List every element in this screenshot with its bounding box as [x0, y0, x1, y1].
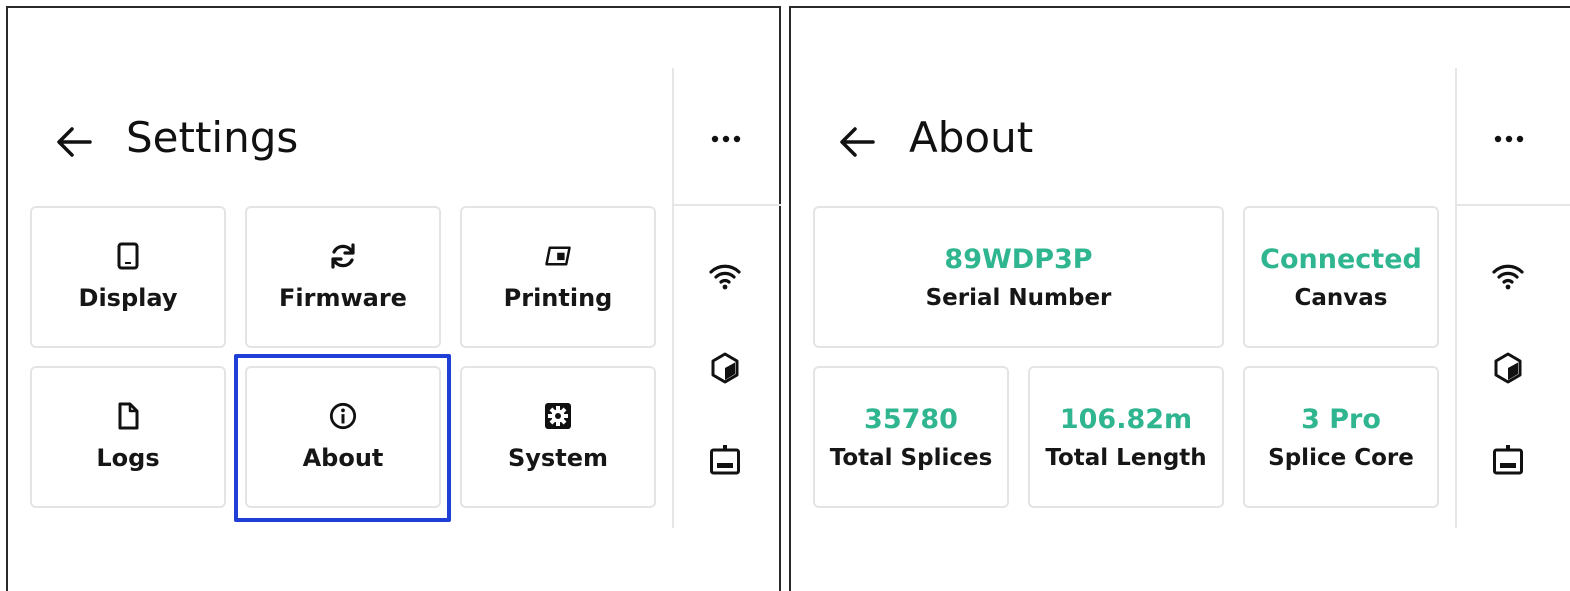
firmware-label: Firmware [279, 284, 407, 312]
gear-icon [544, 402, 572, 430]
system-tile[interactable]: System [460, 366, 656, 508]
canvas-value: Connected [1260, 243, 1422, 275]
cube-icon [1494, 352, 1522, 384]
splice-core-card: 3 Pro Splice Core [1243, 366, 1439, 508]
canvas-status[interactable] [707, 350, 743, 386]
about-label: About [302, 444, 384, 472]
firmware-tile[interactable]: Firmware [245, 206, 441, 348]
serial-number-card: 89WDP3P Serial Number [813, 206, 1224, 348]
display-label: Display [78, 284, 178, 312]
rail-header-divider [674, 204, 781, 206]
back-arrow-icon[interactable] [52, 120, 96, 164]
refresh-icon [329, 242, 357, 270]
rail-divider [1455, 68, 1457, 528]
back-arrow-icon[interactable] [835, 120, 879, 164]
wifi-icon [1492, 264, 1524, 290]
display-tile[interactable]: Display [30, 206, 226, 348]
more-icon [1494, 135, 1524, 143]
info-icon [329, 402, 357, 430]
about-screen: About 89WDP3P Serial Number Connected Ca… [789, 6, 1570, 591]
total-length-label: Total Length [1045, 444, 1207, 471]
rail-divider [672, 68, 674, 528]
more-button[interactable] [701, 124, 751, 154]
about-tile[interactable]: About [245, 366, 441, 508]
canvas-status[interactable] [1490, 350, 1526, 386]
logs-tile[interactable]: Logs [30, 366, 226, 508]
total-length-card: 106.82m Total Length [1028, 366, 1224, 508]
serial-number-value: 89WDP3P [944, 243, 1093, 275]
rail-header-divider [1457, 204, 1570, 206]
more-icon [711, 135, 741, 143]
canvas-card: Connected Canvas [1243, 206, 1439, 348]
canvas-label: Canvas [1294, 284, 1388, 311]
settings-screen: Settings Display Firmware Printing Logs [6, 6, 781, 591]
system-label: System [508, 444, 608, 472]
total-length-value: 106.82m [1059, 403, 1193, 435]
printing-label: Printing [503, 284, 613, 312]
total-splices-value: 35780 [864, 403, 958, 435]
wifi-icon [709, 264, 741, 290]
cube-icon [711, 352, 739, 384]
printer-status-icon [710, 445, 740, 475]
printing-tile[interactable]: Printing [460, 206, 656, 348]
tablet-icon [114, 242, 142, 270]
printer-icon [544, 242, 572, 270]
serial-number-label: Serial Number [925, 284, 1112, 311]
page-title: About [909, 113, 1034, 162]
splice-core-label: Splice Core [1268, 444, 1414, 471]
total-splices-card: 35780 Total Splices [813, 366, 1009, 508]
printer-status[interactable] [707, 442, 743, 478]
more-button[interactable] [1484, 124, 1534, 154]
total-splices-label: Total Splices [829, 444, 993, 471]
printer-status-icon [1493, 445, 1523, 475]
wifi-status[interactable] [707, 258, 743, 294]
file-icon [114, 402, 142, 430]
wifi-status[interactable] [1490, 258, 1526, 294]
splice-core-value: 3 Pro [1301, 403, 1381, 435]
logs-label: Logs [96, 444, 160, 472]
page-title: Settings [126, 113, 299, 162]
printer-status[interactable] [1490, 442, 1526, 478]
